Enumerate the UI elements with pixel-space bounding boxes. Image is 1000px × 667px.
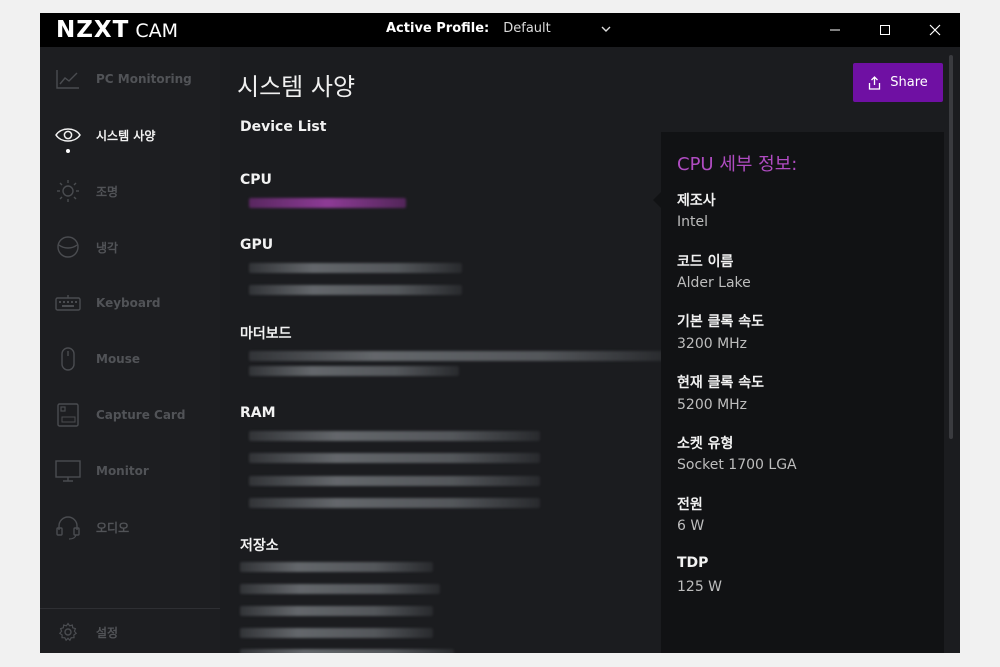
share-label: Share — [890, 75, 928, 90]
category-storage: 저장소 — [240, 538, 279, 554]
logo-product: CAM — [135, 20, 179, 42]
sidebar-item-label: 냉각 — [96, 240, 119, 255]
device-item[interactable] — [249, 431, 540, 441]
main-content: 시스템 사양 Share Device List CPU GPU 마더보드 RA… — [220, 47, 960, 653]
chevron-down-icon — [601, 26, 611, 32]
eye-icon — [55, 122, 81, 148]
sidebar-item-capture-card[interactable]: Capture Card — [40, 395, 220, 435]
cooler-icon — [55, 234, 81, 260]
category-ram: RAM — [240, 405, 276, 421]
category-cpu: CPU — [240, 172, 272, 188]
device-item[interactable] — [249, 285, 462, 295]
sidebar-item-system-specs[interactable]: 시스템 사양 — [40, 115, 220, 155]
spec-value-codename: Alder Lake — [677, 275, 751, 291]
sidebar: PC Monitoring 시스템 사양 조명 냉각 Keyboard Mous… — [40, 47, 220, 653]
maximize-button[interactable] — [860, 13, 910, 47]
maximize-icon — [880, 25, 890, 35]
sidebar-item-label: 시스템 사양 — [96, 128, 156, 143]
sidebar-item-label: Keyboard — [96, 296, 161, 310]
spec-value-power: 6 W — [677, 518, 705, 534]
sidebar-item-monitor[interactable]: Monitor — [40, 451, 220, 491]
headset-icon — [55, 514, 81, 540]
sidebar-item-label: PC Monitoring — [96, 72, 192, 86]
spec-label-current-clock: 현재 클록 속도 — [677, 375, 765, 391]
capture-card-icon — [55, 402, 81, 428]
sidebar-item-label: Mouse — [96, 352, 141, 366]
device-list-title: Device List — [240, 119, 327, 135]
sidebar-item-lighting[interactable]: 조명 — [40, 171, 220, 211]
minimize-icon — [830, 29, 840, 31]
spec-label-manufacturer: 제조사 — [677, 193, 716, 209]
sidebar-item-label: Monitor — [96, 464, 149, 478]
device-item-cpu-selected[interactable] — [249, 198, 406, 208]
device-item[interactable] — [240, 628, 433, 638]
sidebar-item-cooling[interactable]: 냉각 — [40, 227, 220, 267]
spec-label-socket: 소켓 유형 — [677, 436, 734, 452]
sidebar-item-mouse[interactable]: Mouse — [40, 339, 220, 379]
keyboard-icon — [55, 290, 81, 316]
spec-value-socket: Socket 1700 LGA — [677, 457, 797, 473]
device-item[interactable] — [249, 263, 462, 273]
detail-title: CPU 세부 정보: — [677, 154, 798, 175]
spec-value-tdp: 125 W — [677, 579, 723, 595]
gear-icon — [55, 619, 81, 645]
spec-label-codename: 코드 이름 — [677, 254, 734, 270]
device-item[interactable] — [240, 606, 433, 616]
device-item[interactable] — [240, 584, 440, 594]
logo-brand: NZXT — [56, 17, 130, 43]
scrollbar[interactable] — [949, 55, 953, 439]
chart-line-icon — [55, 66, 81, 92]
sidebar-item-pc-monitoring[interactable]: PC Monitoring — [40, 59, 220, 99]
share-button[interactable]: Share — [853, 63, 943, 102]
spec-value-current-clock: 5200 MHz — [677, 397, 748, 413]
profile-value: Default — [503, 21, 551, 36]
minimize-button[interactable] — [810, 13, 860, 47]
device-item[interactable] — [249, 498, 540, 508]
category-motherboard: 마더보드 — [240, 326, 292, 342]
profile-selector[interactable]: Active Profile: Default — [386, 21, 613, 36]
page-title: 시스템 사양 — [237, 73, 356, 101]
close-icon — [929, 24, 941, 36]
mouse-icon — [55, 346, 81, 372]
active-indicator — [66, 149, 70, 153]
device-item[interactable] — [249, 476, 540, 486]
spec-value-base-clock: 3200 MHz — [677, 336, 748, 352]
sidebar-item-audio[interactable]: 오디오 — [40, 507, 220, 547]
spec-label-base-clock: 기본 클록 속도 — [677, 314, 765, 330]
device-item[interactable] — [240, 562, 433, 572]
sidebar-item-label: 오디오 — [96, 520, 130, 535]
device-item[interactable] — [249, 453, 540, 463]
share-icon — [869, 75, 881, 90]
device-item[interactable] — [240, 649, 454, 653]
device-item[interactable] — [249, 351, 667, 361]
title-bar: NZXT CAM Active Profile: Default — [40, 13, 960, 47]
sidebar-item-label: Capture Card — [96, 408, 186, 422]
sidebar-item-label: 조명 — [96, 184, 119, 199]
app-logo: NZXT CAM — [56, 17, 178, 43]
app-window: NZXT CAM Active Profile: Default PC Moni… — [40, 13, 960, 653]
spec-label-tdp: TDP — [677, 555, 709, 571]
profile-label: Active Profile: — [386, 21, 490, 36]
sun-icon — [55, 178, 81, 204]
category-gpu: GPU — [240, 237, 274, 253]
close-button[interactable] — [910, 13, 960, 47]
cpu-detail-panel: CPU 세부 정보: 제조사 Intel 코드 이름 Alder Lake 기본… — [653, 132, 944, 653]
spec-value-manufacturer: Intel — [677, 214, 708, 230]
sidebar-item-keyboard[interactable]: Keyboard — [40, 283, 220, 323]
sidebar-divider — [40, 608, 220, 609]
spec-label-power: 전원 — [677, 497, 703, 513]
monitor-icon — [55, 458, 81, 484]
sidebar-item-label: 설정 — [96, 625, 119, 640]
device-item[interactable] — [249, 366, 459, 376]
sidebar-item-settings[interactable]: 설정 — [40, 612, 220, 652]
detail-pointer — [653, 192, 661, 208]
